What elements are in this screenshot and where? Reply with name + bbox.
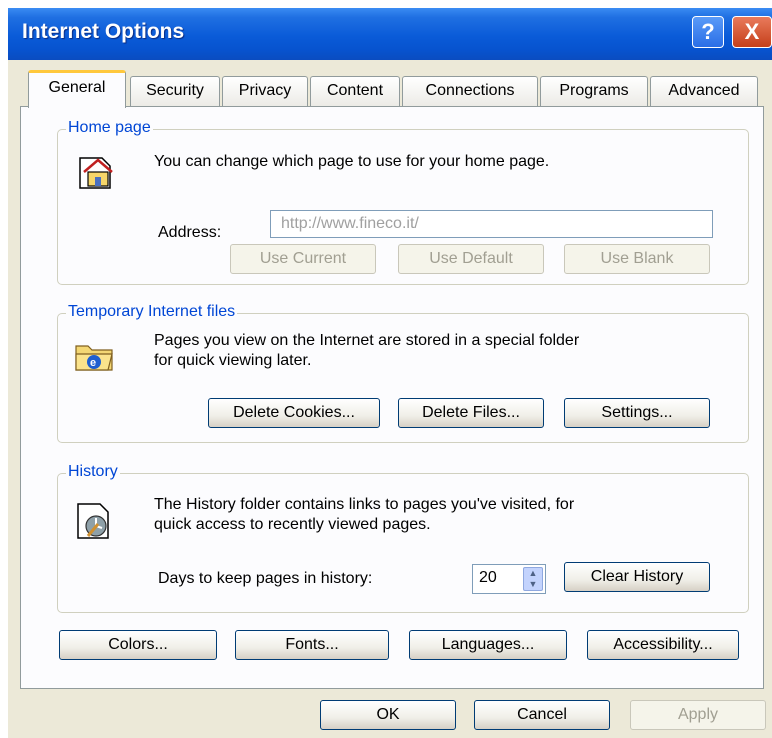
fonts-button[interactable]: Fonts... [235, 630, 389, 660]
colors-button[interactable]: Colors... [59, 630, 217, 660]
tab-privacy[interactable]: Privacy [222, 76, 308, 106]
tab-security[interactable]: Security [130, 76, 220, 106]
temp-files-legend: Temporary Internet files [66, 303, 238, 321]
svg-text:e: e [90, 357, 96, 369]
accessibility-button[interactable]: Accessibility... [587, 630, 739, 660]
home-page-group: Home page You can change which page to u… [57, 119, 749, 285]
tab-general[interactable]: General [28, 70, 126, 108]
use-blank-button[interactable]: Use Blank [564, 244, 710, 274]
history-icon [77, 503, 109, 539]
address-input[interactable]: http://www.fineco.it/ [270, 210, 713, 238]
spinner-arrows-icon[interactable]: ▲ ▼ [523, 567, 543, 591]
home-page-legend: Home page [66, 119, 153, 137]
tab-advanced[interactable]: Advanced [650, 76, 758, 106]
days-in-history-value[interactable]: 20 [479, 569, 497, 587]
days-in-history-spinner[interactable]: 20 ▲ ▼ [472, 564, 546, 594]
tab-content[interactable]: Content [310, 76, 400, 106]
tab-connections[interactable]: Connections [402, 76, 538, 106]
use-current-button[interactable]: Use Current [230, 244, 376, 274]
general-tab-panel: Home page You can change which page to u… [20, 106, 764, 689]
delete-cookies-button[interactable]: Delete Cookies... [208, 398, 380, 428]
home-page-description: You can change which page to use for you… [154, 153, 550, 170]
days-in-history-label: Days to keep pages in history: [158, 570, 373, 587]
close-button[interactable]: X [732, 16, 772, 48]
temp-files-folder-icon: e [75, 345, 113, 371]
tab-strip: General Security Privacy Content Connect… [8, 68, 772, 108]
cancel-button[interactable]: Cancel [474, 700, 610, 730]
home-page-icon [79, 157, 113, 189]
delete-files-button[interactable]: Delete Files... [398, 398, 544, 428]
history-description-line2: quick access to recently viewed pages. [154, 516, 431, 533]
settings-button[interactable]: Settings... [564, 398, 710, 428]
temp-files-description-line2: for quick viewing later. [154, 352, 312, 369]
history-legend: History [66, 463, 120, 481]
window-title: Internet Options [22, 20, 185, 43]
address-label: Address: [158, 224, 222, 241]
help-button[interactable]: ? [692, 16, 724, 48]
title-bar[interactable]: Internet Options ? X [8, 8, 772, 60]
use-default-button[interactable]: Use Default [398, 244, 544, 274]
temp-files-group: Temporary Internet files e Pages you vie… [57, 303, 749, 443]
history-group: History The History folder contains link… [57, 463, 749, 613]
internet-options-window: Internet Options ? X General Security Pr… [8, 8, 772, 738]
clear-history-button[interactable]: Clear History [564, 562, 710, 592]
tab-programs[interactable]: Programs [540, 76, 648, 106]
languages-button[interactable]: Languages... [409, 630, 567, 660]
temp-files-description-line1: Pages you view on the Internet are store… [154, 332, 580, 349]
history-description-line1: The History folder contains links to pag… [154, 496, 575, 513]
ok-button[interactable]: OK [320, 700, 456, 730]
apply-button[interactable]: Apply [630, 700, 766, 730]
